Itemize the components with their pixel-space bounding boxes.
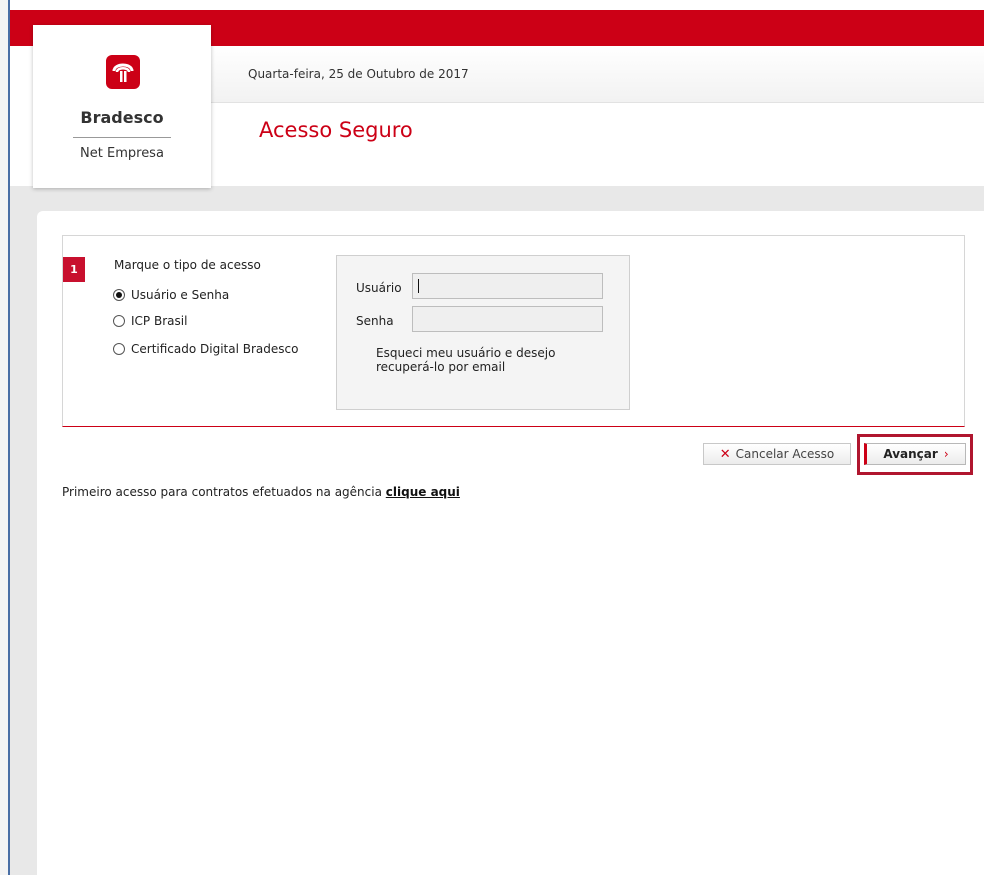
password-field[interactable] xyxy=(412,306,603,332)
close-icon: ✕ xyxy=(719,446,731,462)
bradesco-logo[interactable]: Bradesco Net Empresa xyxy=(33,25,211,188)
password-label: Senha xyxy=(356,314,394,328)
radio-button[interactable] xyxy=(113,343,125,355)
radio-label: Usuário e Senha xyxy=(131,288,230,302)
text-cursor xyxy=(418,279,419,293)
cancel-label: Cancelar Acesso xyxy=(735,447,835,461)
username-label: Usuário xyxy=(356,281,402,295)
radio-label: Certificado Digital Bradesco xyxy=(131,342,299,356)
recover-user-link[interactable]: Esqueci meu usuário e desejo recuperá-lo… xyxy=(376,346,596,374)
first-access-text: Primeiro acesso para contratos efetuados… xyxy=(62,485,382,499)
logo-divider xyxy=(73,137,171,138)
next-button[interactable]: Avançar › xyxy=(864,443,966,465)
window-left-edge xyxy=(0,0,8,875)
radio-label: ICP Brasil xyxy=(131,314,188,328)
radio-certificado-digital[interactable]: Certificado Digital Bradesco xyxy=(113,342,298,356)
access-type-label: Marque o tipo de acesso xyxy=(114,258,261,272)
step-number-badge: 1 xyxy=(63,257,85,282)
cancel-access-button[interactable]: ✕ Cancelar Acesso xyxy=(703,443,851,465)
radio-button[interactable] xyxy=(113,315,125,327)
chevron-right-icon: › xyxy=(943,447,949,461)
next-label: Avançar xyxy=(883,447,938,461)
username-field[interactable] xyxy=(412,273,603,299)
current-date: Quarta-feira, 25 de Outubro de 2017 xyxy=(248,67,469,81)
page-title: Acesso Seguro xyxy=(259,118,413,142)
logo-subtitle: Net Empresa xyxy=(80,146,164,161)
radio-usuario-senha[interactable]: Usuário e Senha xyxy=(113,288,229,302)
logo-name: Bradesco xyxy=(80,108,164,127)
first-access-note: Primeiro acesso para contratos efetuados… xyxy=(62,485,460,499)
radio-button-checked[interactable] xyxy=(113,289,125,301)
radio-icp-brasil[interactable]: ICP Brasil xyxy=(113,314,187,328)
first-access-link[interactable]: clique aqui xyxy=(386,485,460,499)
bradesco-tree-icon xyxy=(106,55,140,89)
